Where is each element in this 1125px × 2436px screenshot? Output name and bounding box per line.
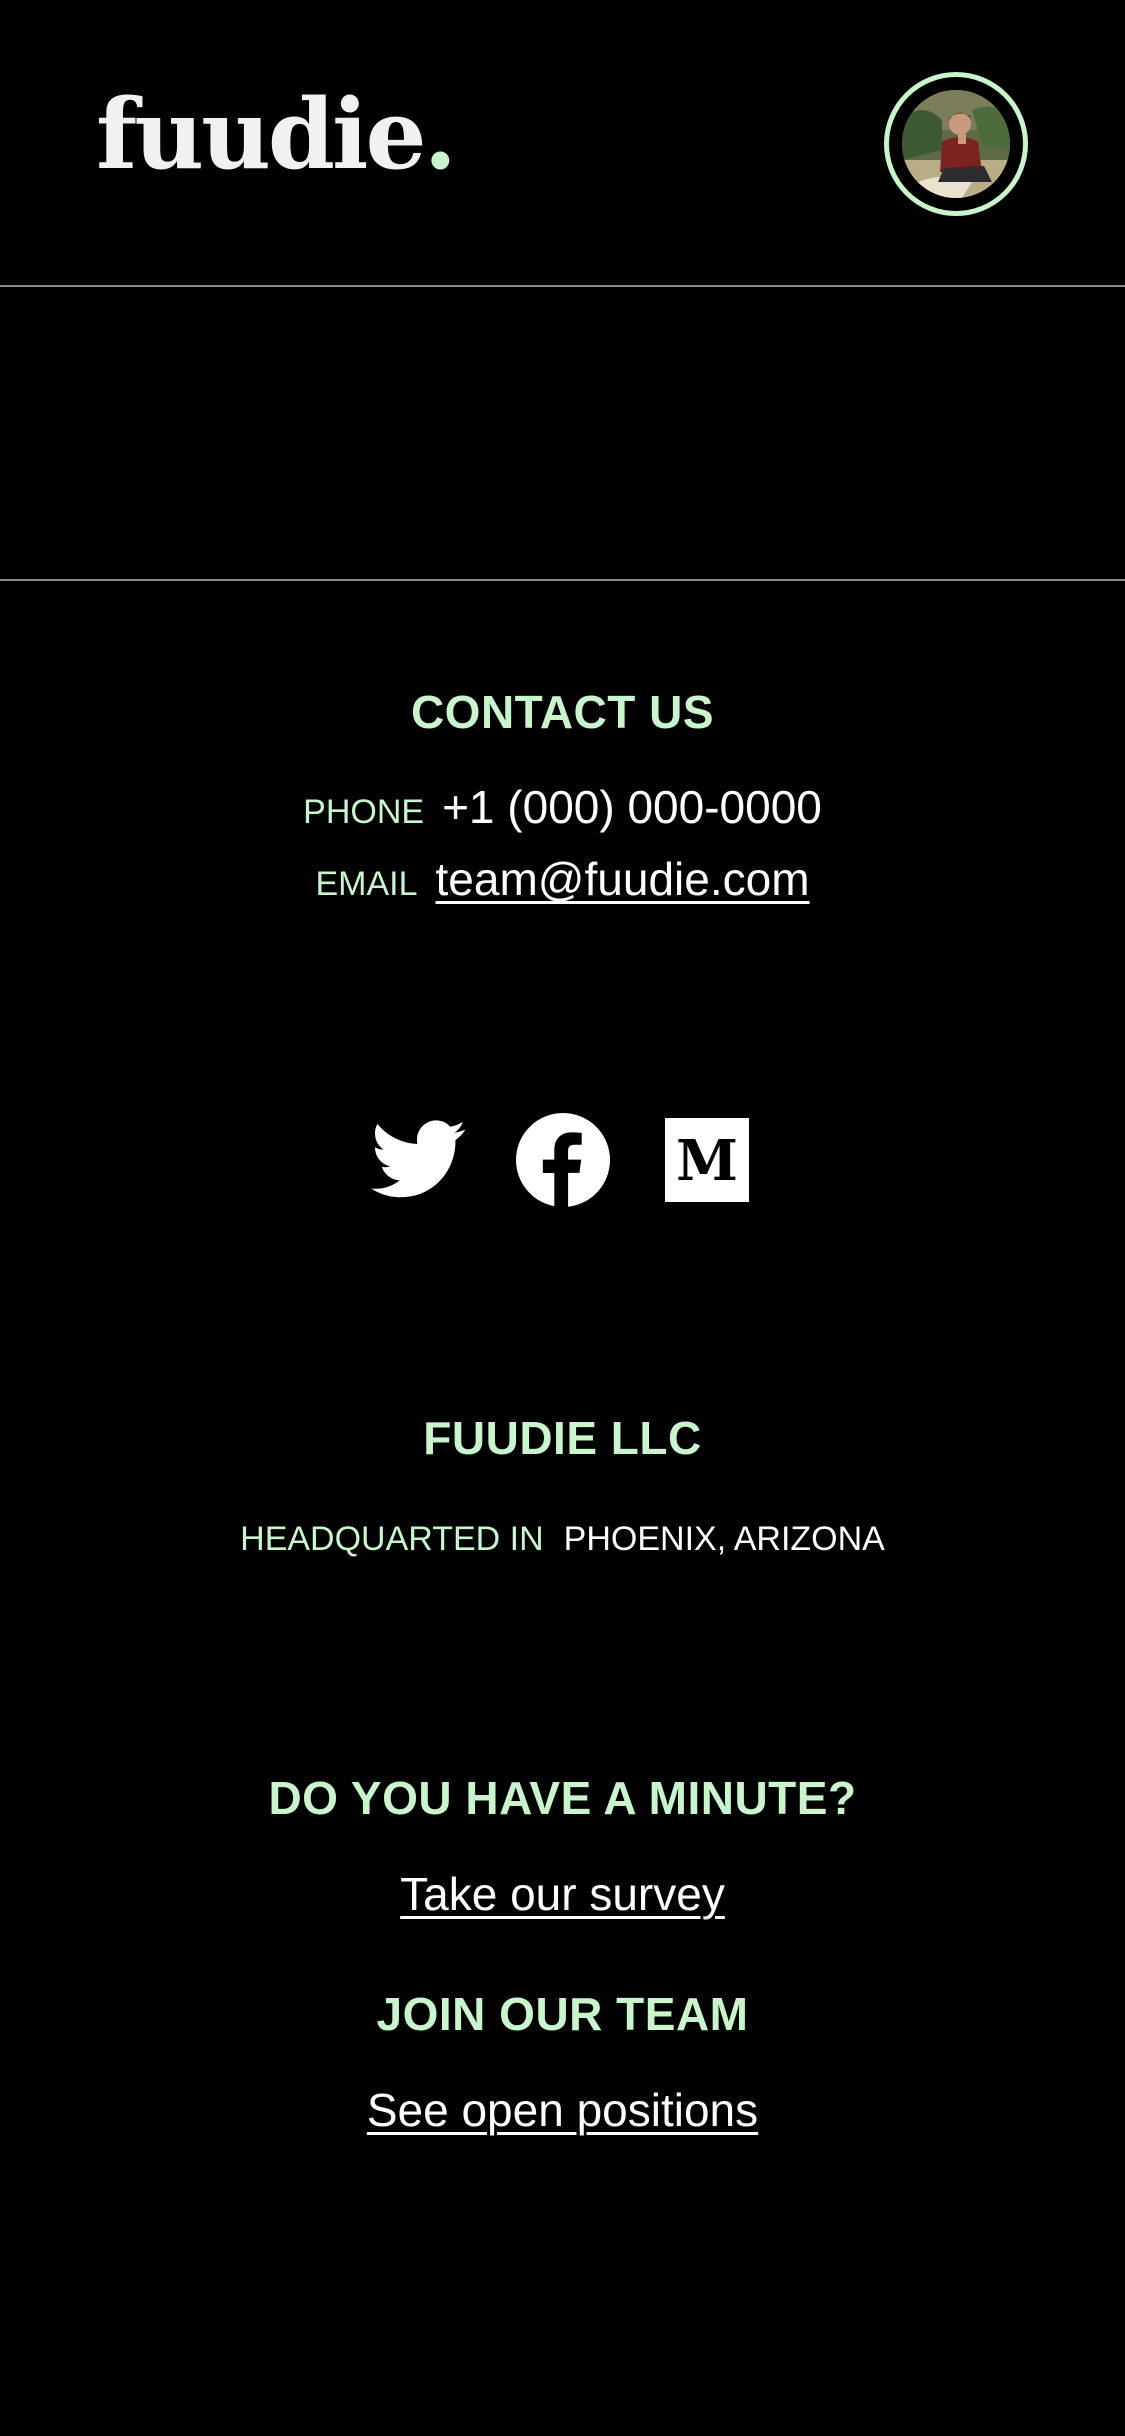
divider-top	[0, 285, 1125, 287]
open-positions-link[interactable]: See open positions	[367, 2084, 758, 2136]
divider-bottom	[0, 579, 1125, 581]
headquarters-value: PHOENIX, ARIZONA	[563, 1520, 885, 1558]
survey-link-row: Take our survey	[0, 1866, 1125, 1922]
avatar-button[interactable]	[884, 72, 1028, 216]
survey-link[interactable]: Take our survey	[400, 1868, 725, 1920]
headquarters-label: HEADQUARTED IN	[240, 1520, 544, 1558]
header: fuudie.	[0, 0, 1125, 286]
join-team-title: JOIN OUR TEAM	[376, 1988, 749, 2040]
survey-title: DO YOU HAVE A MINUTE?	[268, 1772, 857, 1824]
email-label: EMAIL	[315, 865, 418, 903]
phone-row: PHONE +1 (000) 000-0000	[0, 780, 1125, 834]
logo-text: fuudie	[96, 78, 427, 191]
avatar-photo-icon	[902, 90, 1010, 198]
email-link[interactable]: team@fuudie.com	[436, 852, 810, 906]
company-title: FUUDIE LLC	[423, 1412, 702, 1464]
email-row: EMAIL team@fuudie.com	[0, 852, 1125, 906]
facebook-icon[interactable]	[515, 1112, 611, 1208]
twitter-icon[interactable]	[370, 1112, 467, 1208]
logo-dot: .	[423, 78, 457, 191]
social-links: M	[0, 1110, 1125, 1210]
phone-number[interactable]: +1 (000) 000-0000	[442, 780, 822, 834]
medium-icon[interactable]: M	[659, 1112, 755, 1208]
phone-label: PHONE	[303, 793, 425, 831]
positions-link-row: See open positions	[0, 2082, 1125, 2138]
svg-text:M: M	[676, 1128, 738, 1194]
logo[interactable]: fuudie.	[96, 78, 457, 191]
headquarters-row: HEADQUARTED IN PHOENIX, ARIZONA	[0, 1520, 1125, 1559]
contact-title: CONTACT US	[410, 686, 715, 738]
